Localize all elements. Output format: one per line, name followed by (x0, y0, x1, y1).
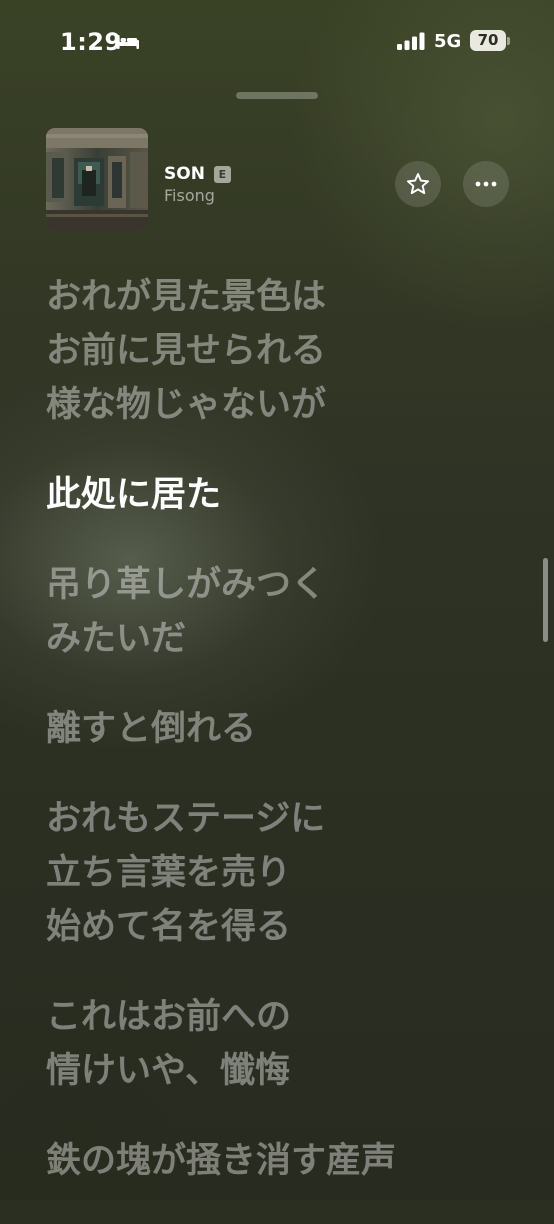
lyric-line[interactable]: おれが見た景色は お前に見せられる 様な物じゃないが (46, 270, 524, 432)
lyric-line[interactable]: これはお前への 情けいや、懺悔 (46, 990, 524, 1098)
album-artwork[interactable] (46, 128, 148, 230)
more-options-button[interactable] (463, 161, 509, 207)
lyric-line[interactable]: 吊り革しがみつく みたいだ (46, 558, 524, 666)
lyric-line[interactable]: 離すと倒れる (46, 702, 524, 756)
lyric-line-active[interactable]: 此処に居た (46, 468, 524, 522)
track-artist[interactable]: Fisong (164, 186, 215, 205)
explicit-badge: E (213, 165, 231, 183)
cellular-signal-icon (397, 32, 425, 50)
network-type: 5G (434, 31, 462, 52)
status-time: 1:29 (60, 28, 122, 56)
track-title: SON (164, 164, 205, 184)
track-title-row[interactable]: SON E (164, 162, 231, 186)
star-icon (406, 173, 430, 195)
battery-icon: 70 (470, 30, 506, 51)
battery-nub (507, 37, 510, 45)
lyrics-list[interactable]: おれが見た景色は お前に見せられる 様な物じゃないが 此処に居た 吊り革しがみつ… (46, 270, 524, 1224)
bed-icon (117, 35, 139, 49)
favorite-button[interactable] (395, 161, 441, 207)
sheet-grabber-handle[interactable] (236, 92, 318, 99)
ellipsis-icon (475, 181, 497, 187)
scrollbar[interactable] (543, 558, 548, 642)
lyric-line[interactable]: 鉄の塊が掻き消す産声 (46, 1134, 524, 1188)
status-bar: 1:29 5G 70 (0, 0, 554, 84)
lyric-line[interactable]: おれもステージに 立ち言葉を売り 始めて名を得る (46, 792, 524, 954)
